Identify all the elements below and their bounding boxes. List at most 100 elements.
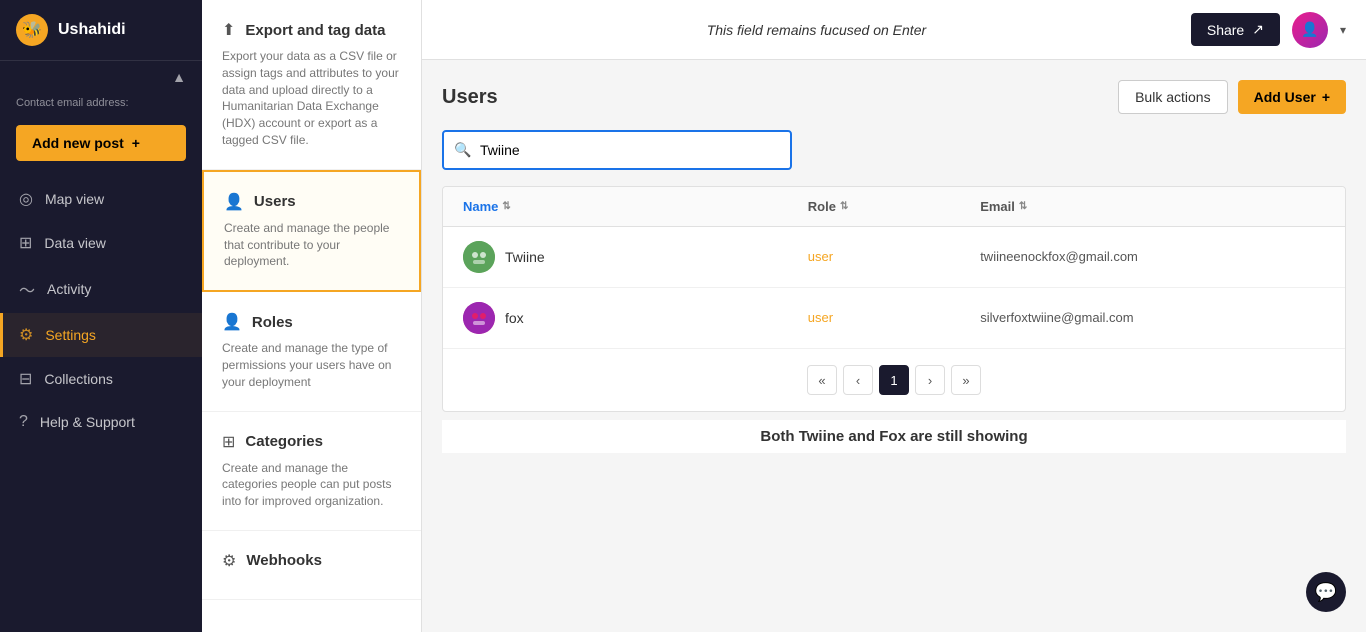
data-icon: ⊞ xyxy=(19,233,32,253)
chevron-down-icon[interactable]: ▾ xyxy=(1340,23,1346,37)
export-title: Export and tag data xyxy=(245,22,385,39)
categories-desc: Create and manage the categories people … xyxy=(222,460,401,510)
middle-item-roles[interactable]: 👤 Roles Create and manage the type of pe… xyxy=(202,292,421,411)
user-name-fox: fox xyxy=(505,310,524,326)
sidebar-item-collections[interactable]: ⊟ Collections xyxy=(0,357,202,401)
top-bar: This field remains fucused on Enter Shar… xyxy=(422,0,1366,60)
avatar-twiine xyxy=(463,241,495,273)
pagination-prev[interactable]: ‹ xyxy=(843,365,873,395)
add-user-label: Add User xyxy=(1254,89,1316,105)
roles-icon: 👤 xyxy=(222,312,242,332)
sidebar-item-map-view[interactable]: ◎ Map view xyxy=(0,177,202,221)
sidebar: 🐝 Ushahidi ▲ Contact email address: Add … xyxy=(0,0,202,632)
sidebar-logo: 🐝 Ushahidi xyxy=(0,0,202,61)
app-name: Ushahidi xyxy=(58,21,126,39)
add-post-icon: + xyxy=(132,135,140,151)
role-sort-icon: ⇅ xyxy=(840,201,848,212)
users-title: Users xyxy=(442,86,498,109)
user-role-twiine: user xyxy=(808,249,833,264)
export-desc: Export your data as a CSV file or assign… xyxy=(222,48,401,149)
categories-icon: ⊞ xyxy=(222,432,235,452)
middle-item-users[interactable]: 👤 Users Create and manage the people tha… xyxy=(202,170,421,292)
pagination-last[interactable]: » xyxy=(951,365,981,395)
sidebar-item-label: Map view xyxy=(45,191,104,207)
col-header-email[interactable]: Email ⇅ xyxy=(980,199,1325,214)
sidebar-nav: ◎ Map view ⊞ Data view 〜 Activity ⚙ Sett… xyxy=(0,169,202,632)
user-role-fox: user xyxy=(808,310,833,325)
col-header-name[interactable]: Name ⇅ xyxy=(463,199,808,214)
top-bar-right: Share ↗ 👤 ▾ xyxy=(1191,12,1346,48)
sidebar-item-label: Settings xyxy=(45,327,96,343)
user-avatar[interactable]: 👤 xyxy=(1292,12,1328,48)
settings-icon: ⚙ xyxy=(19,325,33,345)
map-icon: ◎ xyxy=(19,189,33,209)
app-logo-icon: 🐝 xyxy=(16,14,48,46)
add-user-button[interactable]: Add User + xyxy=(1238,80,1346,114)
user-role-cell: user xyxy=(808,309,980,327)
focused-field-notice: This field remains fucused on Enter xyxy=(707,22,926,38)
collections-icon: ⊟ xyxy=(19,369,32,389)
sidebar-item-label: Data view xyxy=(44,235,105,251)
pagination: « ‹ 1 › » xyxy=(443,349,1345,411)
users-header: Users Bulk actions Add User + xyxy=(442,80,1346,114)
activity-icon: 〜 xyxy=(19,277,35,301)
table-row: fox user silverfoxtwiine@gmail.com xyxy=(443,288,1345,349)
webhooks-icon: ⚙ xyxy=(222,551,236,571)
search-input[interactable] xyxy=(442,130,792,170)
pagination-current[interactable]: 1 xyxy=(879,365,909,395)
sidebar-item-label: Collections xyxy=(44,371,112,387)
middle-item-webhooks-header: ⚙ Webhooks xyxy=(222,551,401,571)
sidebar-item-label: Activity xyxy=(47,281,91,297)
search-icon: 🔍 xyxy=(454,142,471,159)
share-button[interactable]: Share ↗ xyxy=(1191,13,1280,46)
user-name-cell: Twiine xyxy=(463,241,808,273)
add-post-button[interactable]: Add new post + xyxy=(16,125,186,161)
categories-title: Categories xyxy=(245,433,323,450)
middle-item-users-header: 👤 Users xyxy=(224,192,399,212)
user-email-cell: twiineenockfox@gmail.com xyxy=(980,248,1325,266)
webhooks-title: Webhooks xyxy=(246,552,322,569)
email-sort-icon: ⇅ xyxy=(1019,201,1027,212)
sidebar-collapse-area: ▲ xyxy=(0,61,202,93)
middle-panel: ⬆ Export and tag data Export your data a… xyxy=(202,0,422,632)
middle-item-roles-header: 👤 Roles xyxy=(222,312,401,332)
annotation-caption: Both Twiine and Fox are still showing xyxy=(442,420,1346,453)
user-email-cell: silverfoxtwiine@gmail.com xyxy=(980,309,1325,327)
collapse-button[interactable]: ▲ xyxy=(172,69,186,85)
pagination-next[interactable]: › xyxy=(915,365,945,395)
users-panel: Users Bulk actions Add User + 🔍 Name ⇅ xyxy=(422,60,1366,632)
middle-item-categories[interactable]: ⊞ Categories Create and manage the categ… xyxy=(202,412,421,531)
middle-item-categories-header: ⊞ Categories xyxy=(222,432,401,452)
add-post-label: Add new post xyxy=(32,135,124,151)
export-icon: ⬆ xyxy=(222,20,235,40)
users-menu-desc: Create and manage the people that contri… xyxy=(224,220,399,270)
main-content: This field remains fucused on Enter Shar… xyxy=(422,0,1366,632)
users-table: Name ⇅ Role ⇅ Email ⇅ xyxy=(442,186,1346,412)
middle-item-export-header: ⬆ Export and tag data xyxy=(222,20,401,40)
col-header-role[interactable]: Role ⇅ xyxy=(808,199,980,214)
pagination-first[interactable]: « xyxy=(807,365,837,395)
avatar-fox xyxy=(463,302,495,334)
sidebar-item-data-view[interactable]: ⊞ Data view xyxy=(0,221,202,265)
users-menu-icon: 👤 xyxy=(224,192,244,212)
user-name-cell: fox xyxy=(463,302,808,334)
user-email-fox: silverfoxtwiine@gmail.com xyxy=(980,310,1133,325)
user-role-cell: user xyxy=(808,248,980,266)
roles-title: Roles xyxy=(252,314,293,331)
table-row: Twiine user twiineenockfox@gmail.com xyxy=(443,227,1345,288)
help-icon: ? xyxy=(19,413,28,431)
users-menu-title: Users xyxy=(254,193,296,210)
bulk-actions-button[interactable]: Bulk actions xyxy=(1118,80,1227,114)
sidebar-contact: Contact email address: xyxy=(0,93,202,117)
share-icon: ↗ xyxy=(1252,21,1264,38)
share-label: Share xyxy=(1207,22,1244,38)
chat-bubble[interactable]: 💬 xyxy=(1306,572,1346,612)
middle-item-export[interactable]: ⬆ Export and tag data Export your data a… xyxy=(202,0,421,170)
sidebar-item-settings[interactable]: ⚙ Settings xyxy=(0,313,202,357)
sidebar-item-activity[interactable]: 〜 Activity xyxy=(0,265,202,313)
table-header: Name ⇅ Role ⇅ Email ⇅ xyxy=(443,187,1345,227)
sidebar-item-help-support[interactable]: ? Help & Support xyxy=(0,401,202,443)
users-actions: Bulk actions Add User + xyxy=(1118,80,1346,114)
name-sort-icon: ⇅ xyxy=(502,201,510,212)
middle-item-webhooks[interactable]: ⚙ Webhooks xyxy=(202,531,421,600)
